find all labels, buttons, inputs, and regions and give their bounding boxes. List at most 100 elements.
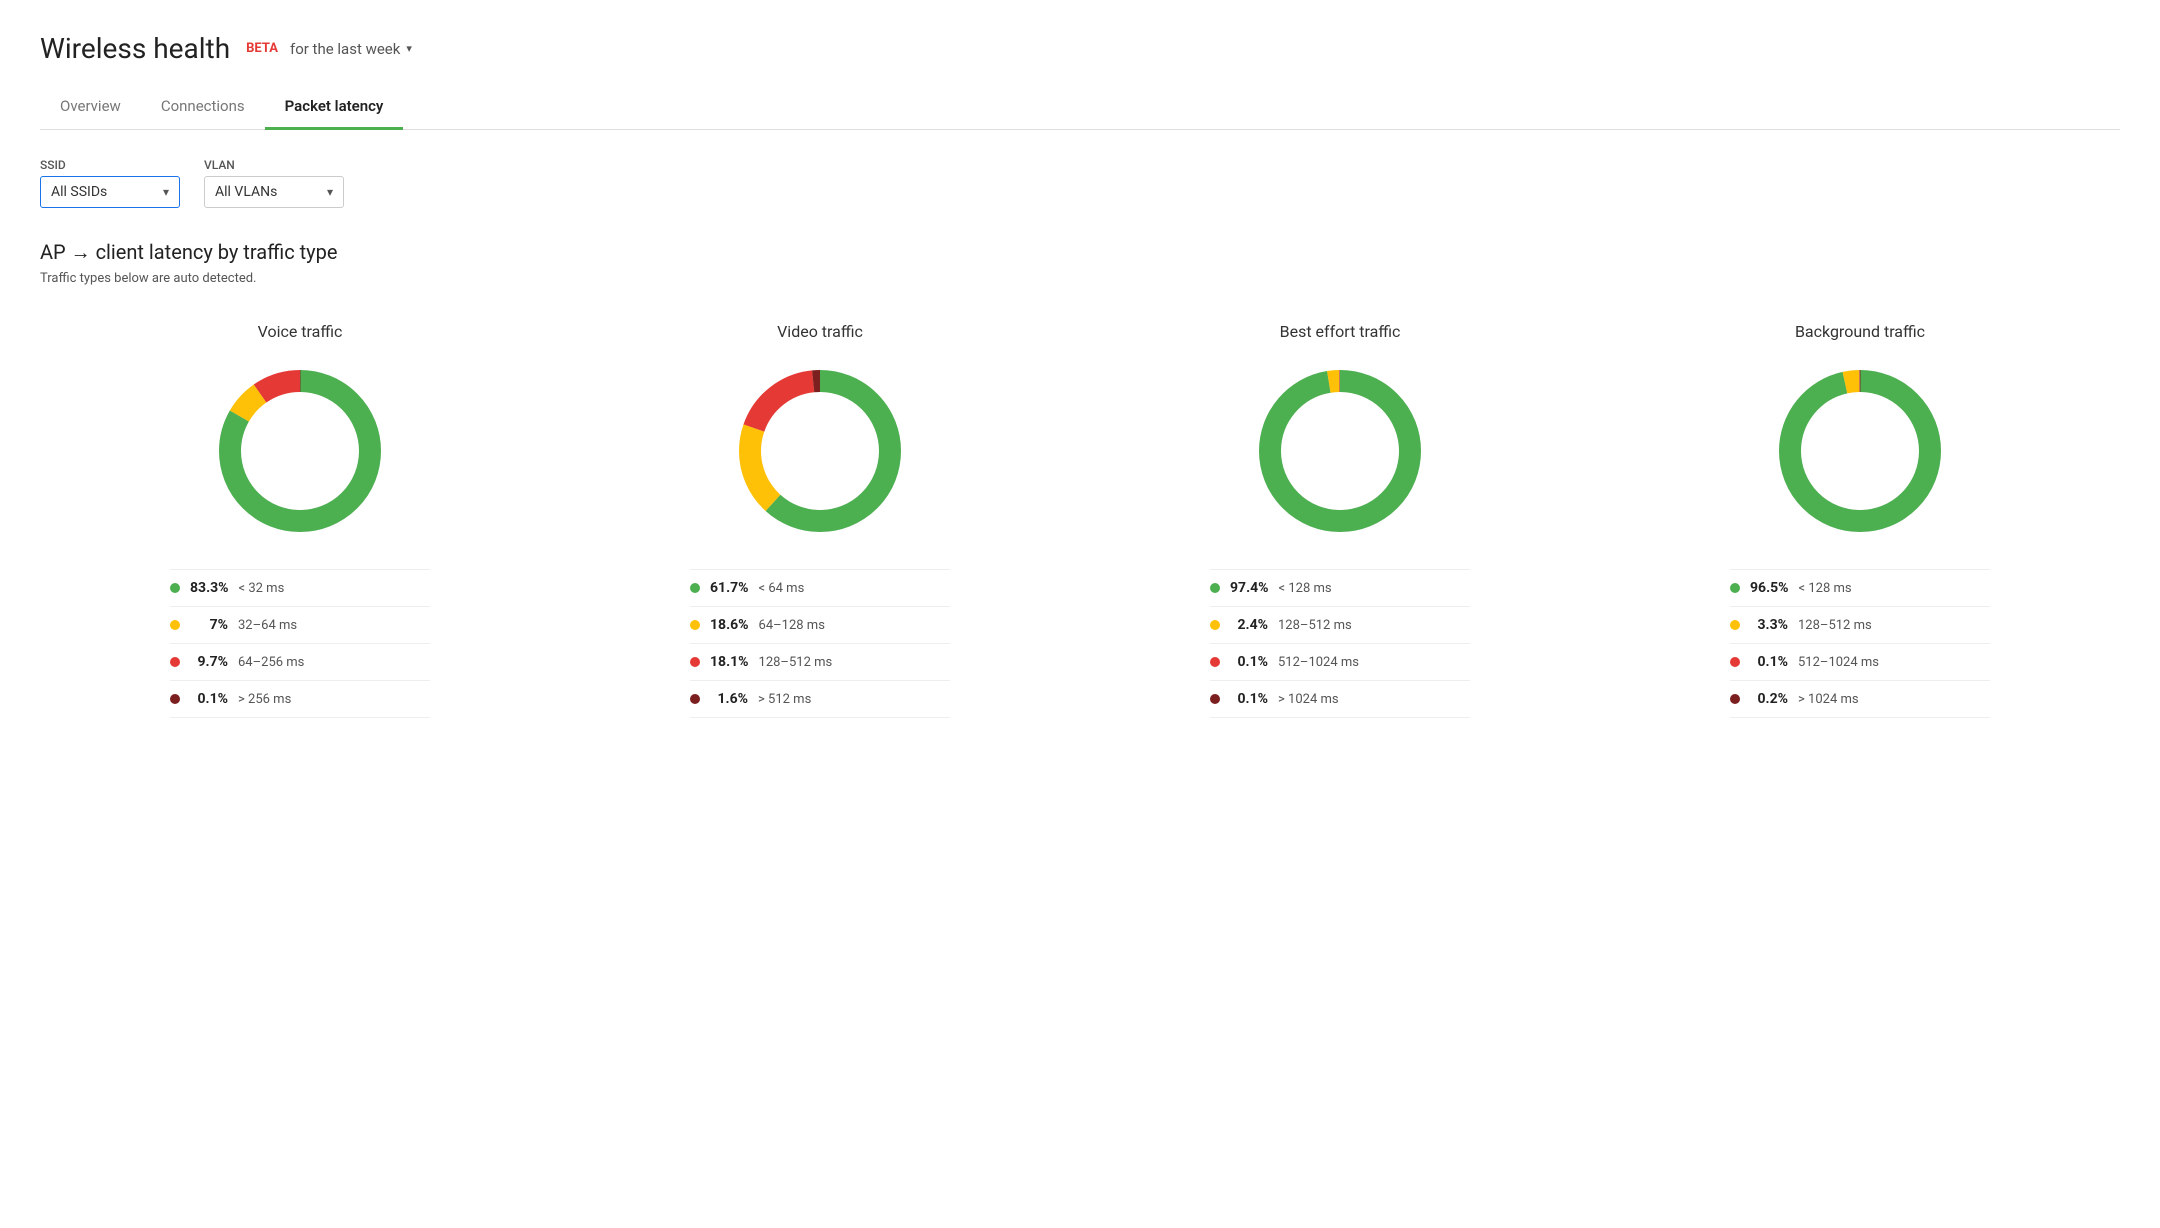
legend-pct-voice-3: 0.1%: [190, 691, 228, 707]
chart-card-background: Background traffic 96.5% < 128 ms 3.3% 128–5…: [1600, 322, 2120, 718]
legend-row-best-effort-3: 0.1% > 1024 ms: [1210, 681, 1470, 718]
legend-range-voice-1: 32–64 ms: [238, 618, 297, 633]
time-selector[interactable]: for the last week ▾: [290, 40, 412, 58]
legend-dot-best-effort-3: [1210, 694, 1220, 704]
section-title: AP → client latency by traffic type: [40, 240, 2120, 265]
legend-range-video-1: 64–128 ms: [759, 618, 825, 633]
legend-pct-best-effort-1: 2.4%: [1230, 617, 1268, 633]
vlan-value: All VLANs: [215, 184, 277, 200]
time-label: for the last week: [290, 40, 400, 58]
legend-row-best-effort-1: 2.4% 128–512 ms: [1210, 607, 1470, 644]
legend-pct-best-effort-0: 97.4%: [1230, 580, 1269, 596]
legend-row-video-2: 18.1% 128–512 ms: [690, 644, 950, 681]
legend-row-voice-1: 7% 32–64 ms: [170, 607, 430, 644]
legend-row-background-3: 0.2% > 1024 ms: [1730, 681, 1990, 718]
legend-best-effort: 97.4%< 128 ms2.4%128–512 ms0.1%512–1024 …: [1210, 569, 1470, 718]
legend-range-voice-3: > 256 ms: [238, 692, 291, 707]
legend-dot-voice-0: [170, 583, 180, 593]
legend-dot-video-3: [690, 694, 700, 704]
legend-row-background-2: 0.1% 512–1024 ms: [1730, 644, 1990, 681]
legend-row-background-1: 3.3% 128–512 ms: [1730, 607, 1990, 644]
legend-background: 96.5% < 128 ms 3.3% 128–512 ms 0.1% 512–1024 …: [1730, 569, 1990, 718]
legend-pct-voice-0: 83.3%: [190, 580, 229, 596]
chart-card-best-effort: Best effort traffic 97.4% < 128 ms 2.4% 128–…: [1080, 322, 1600, 718]
legend-dot-video-1: [690, 620, 700, 630]
legend-dot-best-effort-2: [1210, 657, 1220, 667]
legend-dot-voice-3: [170, 694, 180, 704]
beta-badge: BETA: [246, 41, 278, 56]
chart-title-best-effort: Best effort traffic: [1280, 322, 1401, 341]
legend-pct-background-2: 0.1%: [1750, 654, 1788, 670]
legend-range-best-effort-1: 128–512 ms: [1278, 618, 1352, 633]
section-subtitle: Traffic types below are auto detected.: [40, 271, 2120, 286]
donut-voice: [210, 361, 390, 541]
vlan-label: VLAN: [204, 158, 344, 172]
legend-range-video-3: > 512 ms: [758, 692, 811, 707]
legend-range-best-effort-2: 512–1024 ms: [1278, 655, 1359, 670]
page-header: Wireless health BETA for the last week ▾: [40, 32, 2120, 65]
donut-video: [730, 361, 910, 541]
legend-range-best-effort-0: < 128 ms: [1279, 581, 1332, 596]
legend-dot-best-effort-1: [1210, 620, 1220, 630]
legend-video: 61.7% < 64 ms 18.6% 64–128 ms 18.1% 128–512 m…: [690, 569, 950, 718]
chart-card-voice: Voice traffic83.3%< 32 ms7%32–64 ms9.7%6…: [40, 322, 560, 718]
ssid-arrow: ▾: [163, 185, 169, 199]
legend-range-best-effort-3: > 1024 ms: [1278, 692, 1339, 707]
legend-pct-video-3: 1.6%: [710, 691, 748, 707]
filters: SSID All SSIDs ▾ VLAN All VLANs ▾: [40, 158, 2120, 208]
legend-pct-voice-2: 9.7%: [190, 654, 228, 670]
time-dropdown-arrow: ▾: [406, 42, 412, 55]
ssid-label: SSID: [40, 158, 180, 172]
vlan-filter-group: VLAN All VLANs ▾: [204, 158, 344, 208]
tab-connections[interactable]: Connections: [141, 85, 265, 130]
tab-bar: Overview Connections Packet latency: [40, 85, 2120, 130]
legend-dot-background-0: [1730, 583, 1740, 593]
legend-row-video-1: 18.6% 64–128 ms: [690, 607, 950, 644]
legend-pct-background-0: 96.5%: [1750, 580, 1789, 596]
legend-range-video-0: < 64 ms: [759, 581, 805, 596]
legend-row-best-effort-0: 97.4% < 128 ms: [1210, 570, 1470, 607]
legend-pct-video-1: 18.6%: [710, 617, 749, 633]
chart-title-video: Video traffic: [777, 322, 863, 341]
legend-pct-background-3: 0.2%: [1750, 691, 1788, 707]
ssid-value: All SSIDs: [51, 184, 107, 200]
legend-dot-background-1: [1730, 620, 1740, 630]
legend-dot-background-2: [1730, 657, 1740, 667]
legend-dot-voice-1: [170, 620, 180, 630]
chart-card-video: Video traffic61.7%< 64 ms18.6%64–128 ms1…: [560, 322, 1080, 718]
legend-pct-video-0: 61.7%: [710, 580, 749, 596]
legend-range-background-0: < 128 ms: [1799, 581, 1852, 596]
vlan-select[interactable]: All VLANs ▾: [204, 176, 344, 208]
legend-range-voice-2: 64–256 ms: [238, 655, 304, 670]
legend-pct-background-1: 3.3%: [1750, 617, 1788, 633]
legend-dot-video-2: [690, 657, 700, 667]
legend-range-background-3: > 1024 ms: [1798, 692, 1859, 707]
legend-pct-best-effort-3: 0.1%: [1230, 691, 1268, 707]
legend-dot-voice-2: [170, 657, 180, 667]
chart-title-background: Background traffic: [1795, 322, 1925, 341]
legend-range-background-2: 512–1024 ms: [1798, 655, 1879, 670]
legend-range-voice-0: < 32 ms: [239, 581, 285, 596]
donut-background: [1770, 361, 1950, 541]
legend-row-voice-2: 9.7% 64–256 ms: [170, 644, 430, 681]
legend-dot-video-0: [690, 583, 700, 593]
legend-dot-best-effort-0: [1210, 583, 1220, 593]
vlan-arrow: ▾: [327, 185, 333, 199]
legend-row-background-0: 96.5% < 128 ms: [1730, 570, 1990, 607]
legend-dot-background-3: [1730, 694, 1740, 704]
ssid-select[interactable]: All SSIDs ▾: [40, 176, 180, 208]
legend-range-video-2: 128–512 ms: [759, 655, 833, 670]
legend-row-voice-0: 83.3% < 32 ms: [170, 570, 430, 607]
page-title: Wireless health: [40, 32, 230, 65]
legend-pct-voice-1: 7%: [190, 617, 228, 633]
legend-row-best-effort-2: 0.1%512–1024 ms: [1210, 644, 1470, 681]
legend-pct-video-2: 18.1%: [710, 654, 749, 670]
legend-range-background-1: 128–512 ms: [1798, 618, 1872, 633]
legend-voice: 83.3% < 32 ms 7% 32–64 ms 9.7% 64–256 ms 0.1% >…: [170, 569, 430, 718]
legend-row-video-0: 61.7% < 64 ms: [690, 570, 950, 607]
legend-row-voice-3: 0.1% > 256 ms: [170, 681, 430, 718]
legend-row-video-3: 1.6% > 512 ms: [690, 681, 950, 718]
tab-overview[interactable]: Overview: [40, 85, 141, 130]
charts-row: Voice traffic83.3%< 32 ms7%32–64 ms9.7%6…: [40, 322, 2120, 718]
tab-packet-latency[interactable]: Packet latency: [265, 85, 404, 130]
